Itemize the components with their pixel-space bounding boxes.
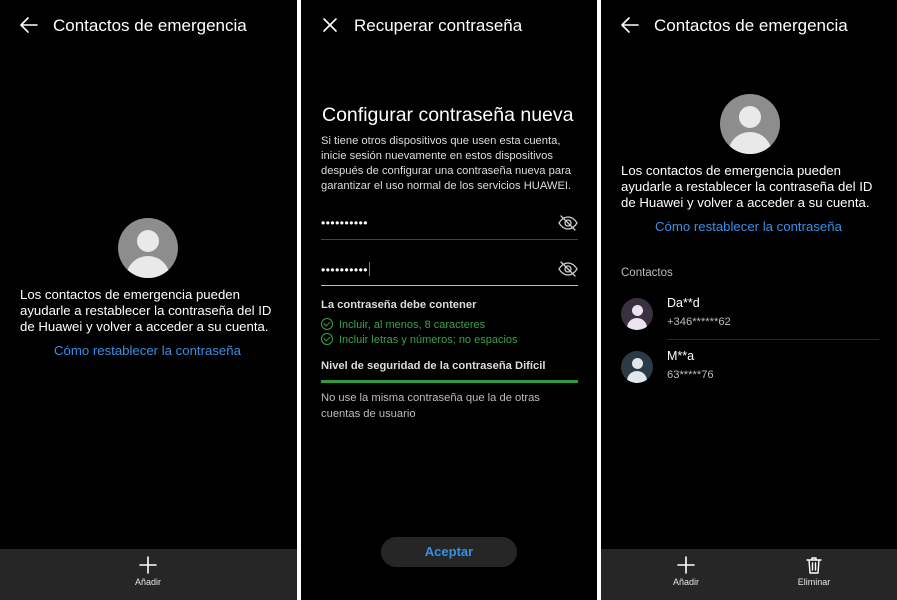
new-password-field[interactable]: •••••••••• <box>321 210 578 240</box>
confirm-password-value: •••••••••• <box>321 263 369 277</box>
contact-name: M**a <box>667 349 695 363</box>
text-cursor <box>369 262 371 276</box>
password-value: •••••••••• <box>321 216 369 230</box>
contact-name: Da**d <box>667 296 700 310</box>
page-title: Recuperar contraseña <box>354 16 523 35</box>
contact-phone: +346******62 <box>667 316 731 328</box>
page-title: Contactos de emergencia <box>53 16 247 35</box>
contact-item[interactable]: Da**d +346******62 <box>621 296 879 350</box>
check-circle-icon <box>321 333 333 345</box>
close-icon[interactable] <box>319 14 341 36</box>
contacts-section-label: Contactos <box>621 267 673 279</box>
avatar-icon <box>720 94 780 154</box>
recover-password-screen: Recuperar contraseña Configurar contrase… <box>301 0 597 600</box>
description-text: Si tiene otros dispositivos que usen est… <box>321 135 572 192</box>
add-label: Añadir <box>134 577 161 587</box>
info-text: Los contactos de emergencia pueden ayuda… <box>20 287 272 334</box>
section-heading: Configurar contraseña nueva <box>322 104 574 126</box>
contact-avatar-icon <box>621 351 653 383</box>
confirm-password-field[interactable]: •••••••••• <box>321 256 578 286</box>
password-strength-label: Nivel de seguridad de la contraseña Difí… <box>321 360 546 372</box>
back-arrow-icon[interactable] <box>619 14 641 36</box>
page-title: Contactos de emergencia <box>654 16 848 35</box>
contact-avatar-icon <box>621 298 653 330</box>
warning-text: No use la misma contraseña que la de otr… <box>321 392 540 420</box>
add-button[interactable]: Añadir <box>656 555 716 587</box>
requirement-item: Incluir, al menos, 8 caracteres <box>321 318 485 331</box>
contact-phone: 63*****76 <box>667 369 714 381</box>
bottom-bar: Añadir <box>0 549 297 600</box>
emergency-contacts-list-screen: Contactos de emergencia Los contactos de… <box>601 0 897 600</box>
plus-icon <box>677 556 695 574</box>
add-button[interactable]: Añadir <box>118 555 178 587</box>
requirements-title: La contraseña debe contener <box>321 299 477 311</box>
trash-icon <box>806 557 822 574</box>
password-strength-fill <box>321 380 578 383</box>
accept-button[interactable]: Aceptar <box>381 537 517 567</box>
reset-password-link[interactable]: Cómo restablecer la contraseña <box>54 343 241 358</box>
delete-button[interactable]: Eliminar <box>784 555 844 587</box>
avatar-icon <box>118 218 178 278</box>
emergency-contacts-empty-screen: Contactos de emergencia Los contactos de… <box>0 0 297 600</box>
reset-password-link[interactable]: Cómo restablecer la contraseña <box>655 219 842 234</box>
bottom-bar: Añadir Eliminar <box>601 549 897 600</box>
eye-off-icon[interactable] <box>558 260 578 278</box>
delete-label: Eliminar <box>797 577 831 587</box>
back-arrow-icon[interactable] <box>18 14 40 36</box>
add-label: Añadir <box>672 577 699 587</box>
requirement-item: Incluir letras y números; no espacios <box>321 333 518 346</box>
info-text: Los contactos de emergencia pueden ayuda… <box>621 163 873 210</box>
plus-icon <box>139 556 157 574</box>
eye-off-icon[interactable] <box>558 214 578 232</box>
contact-item[interactable]: M**a 63*****76 <box>621 349 879 403</box>
password-strength-bar <box>321 380 578 383</box>
check-circle-icon <box>321 318 333 330</box>
